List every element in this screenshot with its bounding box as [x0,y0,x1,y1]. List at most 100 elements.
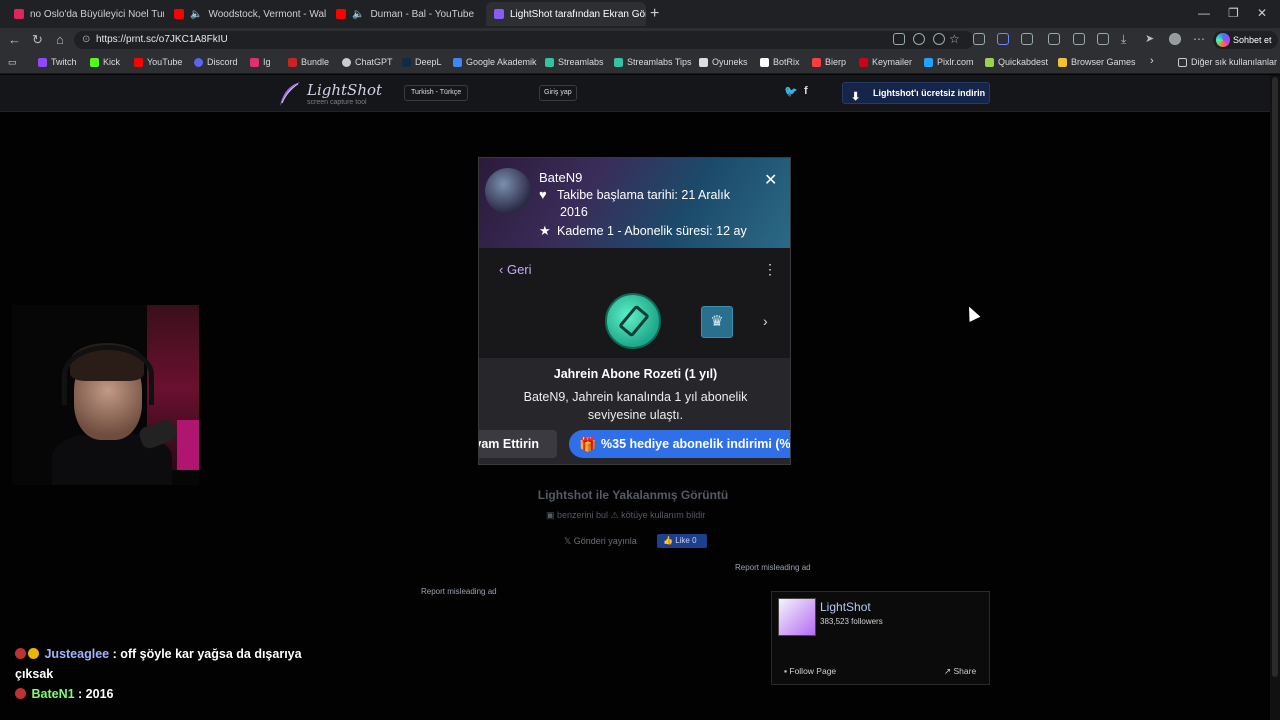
language-select[interactable]: Turkish - Türkçe [404,85,469,101]
bookmark-streamlabs[interactable]: Streamlabs [545,57,604,67]
webcam-overlay [12,305,199,485]
address-bar[interactable]: ⊙ https://prnt.sc/o7JKC1A8FkIU [74,31,974,49]
split-screen-icon[interactable] [1048,33,1060,45]
chevron-right-icon[interactable]: › [1150,55,1154,67]
subscription-tier: ★ Kademe 1 - Abonelik süresi: 12 ay [539,223,747,239]
bookmark-kick[interactable]: Kick [90,57,120,67]
extension-blue-icon[interactable] [997,33,1009,45]
chat-username: Justeaglee [44,647,110,661]
reload-icon[interactable]: ↻ [32,32,43,48]
chevron-right-icon: › [763,313,768,329]
subscriber-badge [605,293,661,349]
tab-bar: no Oslo'da Büyüleyici Noel Turu ✕ 🔈 Wood… [0,0,1280,28]
scrollbar-thumb[interactable] [1272,77,1278,677]
find-similar-link[interactable]: benzerini bul [557,510,608,520]
page-scrollbar[interactable] [1270,75,1280,720]
other-bookmarks[interactable]: Diğer sık kullanılanlar [1178,57,1277,67]
copilot-chat-button[interactable]: Sohbet et [1213,31,1278,49]
twitter-icon[interactable]: 🐦 [784,85,798,98]
bookmark-youtube[interactable]: YouTube [134,57,182,67]
badge-info-panel: Jahrein Abone Rozeti (1 yıl) BateN9, Jah… [479,358,790,464]
subscriber-badge-icon [15,688,26,699]
bookmark-browser-games[interactable]: Browser Games [1058,57,1136,67]
speaker-icon: 🔈 [190,8,203,20]
more-options-icon[interactable]: ⋯ [1193,32,1205,46]
bookmark-oyuneks[interactable]: Oyuneks [699,57,748,67]
badge-description: BateN9, Jahrein kanalında 1 yıl abonelik… [523,390,748,422]
download-icon[interactable]: ⤓ [1121,32,1126,47]
copilot-icon [1216,33,1230,47]
new-tab-icon[interactable]: + [650,5,659,23]
star-icon: ★ [539,223,551,238]
back-icon[interactable]: ← [8,32,21,47]
lightshot-logo[interactable]: LightShot [307,81,382,99]
twitch-icon [38,57,47,67]
bookmark-streamlabs-tips[interactable]: Streamlabs Tips [614,57,692,67]
bookmark-label: Pixlr.com [937,57,974,67]
post-on-x-button[interactable]: 𝕏 Gönderi yayınla [564,536,637,547]
bookmark-twitch[interactable]: Twitch [38,57,77,67]
chat-text: : 2016 [78,687,114,701]
lightshot-page-logo[interactable] [778,598,816,636]
bookmark-botrix[interactable]: BotRix [760,57,800,67]
warning-icon: ⚠ [610,510,622,520]
bookmark-google-akademik[interactable]: Google Akademik [453,57,537,67]
bookmark-deepl[interactable]: DeepL [402,57,442,67]
lightshot-tagline: screen capture tool [307,99,367,106]
tab-duman[interactable]: 🔈 Duman - Bal - YouTube [328,2,484,26]
subscription-tier-text: Kademe 1 - Abonelik süresi: 12 ay [557,224,747,238]
follow-page-button[interactable]: ▪ Follow Page [784,666,836,676]
page-info-icon[interactable]: ⊙ [82,34,90,45]
tab-lightshot[interactable]: LightShot tarafından Ekran Görünt ✕ [486,2,646,26]
tab-actions-icon[interactable]: ▭ [8,57,17,68]
facebook-followers: 383,523 followers [820,617,883,626]
home-icon[interactable]: ⌂ [56,32,64,47]
screen: no Oslo'da Büyüleyici Noel Turu ✕ 🔈 Wood… [0,0,1280,720]
x-logo-icon: 𝕏 [564,536,574,546]
copilot-chat-label: Sohbet et [1233,35,1272,45]
report-ad-link[interactable]: Report misleading ad [421,587,497,596]
bookmark-label: Twitch [51,57,77,67]
favorite-star-icon[interactable]: ☆ [949,32,960,46]
tracking-icon[interactable] [933,33,945,45]
facebook-icon[interactable]: f [804,85,808,97]
bookmark-label: Discord [207,57,238,67]
collections-icon[interactable] [1097,33,1109,45]
share-button[interactable]: ↗ Share [944,666,976,677]
favorites-icon[interactable] [1073,33,1085,45]
bookmark-bierp[interactable]: Bierp [812,57,846,67]
folder-icon [1058,57,1067,67]
bookmark-ig[interactable]: Ig [250,57,271,67]
tab-woodstock[interactable]: 🔈 Woodstock, Vermont - Walkin ✕ [166,2,326,26]
bookmark-bundle[interactable]: Bundle [288,57,329,67]
close-icon: ✕ [764,172,778,189]
maximize-icon[interactable]: ❐ [1228,6,1239,20]
gamepad-icon[interactable] [973,33,985,45]
puzzle-icon[interactable] [1021,33,1033,45]
bookmark-label: Quickabdest [998,57,1049,67]
download-lightshot-button[interactable]: ⬇ Lightshot'ı ücretsiz indirin [842,82,990,104]
login-button[interactable]: Giriş yap [539,85,577,101]
report-ad-link[interactable]: Report misleading ad [735,563,811,572]
window-close-icon[interactable]: ✕ [1257,6,1267,20]
tab-oslo[interactable]: no Oslo'da Büyüleyici Noel Turu ✕ [6,2,164,26]
follow-date: ♥ Takibe başlama tarihi: 21 Aralık [539,187,730,202]
profile-avatar-icon[interactable] [1169,33,1181,45]
minimize-icon[interactable]: — [1198,6,1210,20]
bookmark-discord[interactable]: Discord [194,57,238,67]
bookmark-keymailer[interactable]: Keymailer [859,57,912,67]
bookmark-quickabdest[interactable]: Quickabdest [985,57,1048,67]
facebook-like-button[interactable]: 👍 Like 0 [657,534,707,548]
facebook-page-widget: LightShot 383,523 followers ▪ Follow Pag… [771,591,990,685]
gift-count-badge-icon [28,648,39,659]
screenshot-icon[interactable] [893,33,905,45]
bookmark-label: Diğer sık kullanılanlar [1191,57,1278,67]
chevron-left-icon: ‹ [499,262,507,277]
zoom-icon[interactable] [913,33,925,45]
send-icon[interactable]: ➤ [1145,32,1154,45]
post-on-x-label: Gönderi yayınla [573,536,637,546]
facebook-page-name[interactable]: LightShot [820,600,871,614]
bookmark-chatgpt[interactable]: ChatGPT [342,57,393,67]
report-abuse-link[interactable]: kötüye kullanım bildir [621,510,705,520]
bookmark-pixlr[interactable]: Pixlr.com [924,57,974,67]
